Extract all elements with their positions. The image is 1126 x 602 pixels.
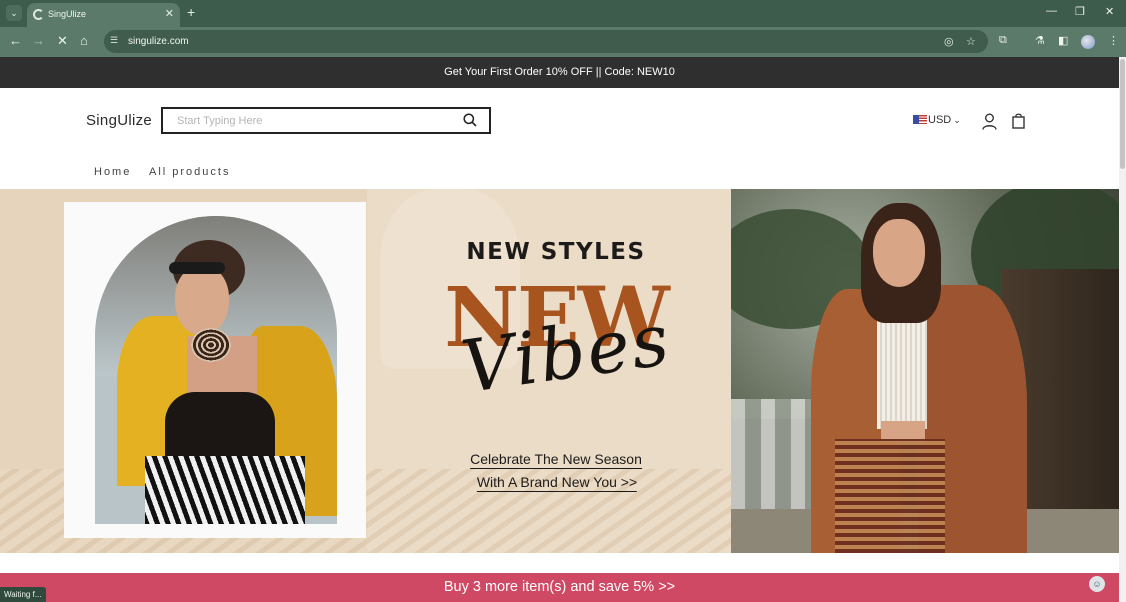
user-icon[interactable]: [982, 113, 997, 130]
currency-label: USD: [928, 114, 952, 126]
promo-bar: Get Your First Order 10% OFF || Code: NE…: [0, 57, 1119, 88]
search-box: [161, 107, 491, 134]
search-input[interactable]: [163, 109, 453, 132]
tab-list-icon[interactable]: ⌄: [6, 5, 22, 21]
nav-all-products[interactable]: All products: [149, 166, 230, 178]
chevron-down-icon: ⌄: [953, 115, 961, 125]
bundle-offer-bar[interactable]: Buy 3 more item(s) and save 5% >>: [0, 573, 1119, 602]
tab-title: SingUlize: [48, 9, 87, 19]
browser-tabbar: ⌄ SingUlize ✕ + — ❐ ✕: [0, 0, 1126, 27]
hero-cta-line2[interactable]: With A Brand New You >>: [476, 474, 638, 492]
hero-model-photo: [95, 216, 337, 524]
tab-close-button[interactable]: ✕: [165, 7, 174, 20]
new-tab-button[interactable]: +: [187, 4, 195, 20]
status-bubble: Waiting f...: [0, 587, 46, 602]
side-panel-icon[interactable]: ◧: [1058, 34, 1068, 47]
minimize-button[interactable]: —: [1046, 5, 1057, 17]
search-icon[interactable]: [463, 113, 477, 127]
browser-tab[interactable]: SingUlize ✕: [27, 3, 180, 27]
menu-icon[interactable]: ⋮: [1108, 34, 1119, 47]
restore-button[interactable]: ❐: [1075, 5, 1085, 18]
url-text[interactable]: singulize.com: [128, 36, 189, 47]
browser-toolbar: ← → ✕ ⌂ ☰ singulize.com ◎ ☆ ⧉ ⚗ ◧ ⋮: [0, 27, 1126, 57]
eye-off-icon[interactable]: ◎: [944, 35, 954, 48]
profile-avatar[interactable]: [1081, 35, 1095, 49]
star-icon[interactable]: ☆: [966, 35, 976, 48]
hero-banner[interactable]: NEW STYLES NEW Vibes Celebrate The New S…: [0, 189, 731, 553]
chat-icon[interactable]: ☺: [1089, 576, 1105, 592]
site-logo[interactable]: SingUlize: [86, 112, 152, 129]
hero-side-photo[interactable]: [731, 189, 1119, 553]
site-header: SingUlize USD⌄ Home All products: [0, 88, 1119, 189]
forward-arrow-icon[interactable]: →: [32, 33, 45, 48]
hero-heading: NEW STYLES: [466, 239, 646, 265]
extensions-icon[interactable]: ⧉: [999, 34, 1007, 47]
shopping-bag-icon[interactable]: [1012, 113, 1025, 129]
labs-icon[interactable]: ⚗: [1035, 34, 1045, 47]
flag-icon: [913, 115, 927, 124]
loading-spinner-icon: [33, 9, 44, 20]
home-icon[interactable]: ⌂: [80, 33, 88, 48]
hero-photo-frame: [64, 202, 366, 538]
hero-cta-line1[interactable]: Celebrate The New Season: [470, 451, 642, 469]
stop-icon[interactable]: ✕: [57, 33, 68, 49]
address-bar[interactable]: ☰ singulize.com ◎ ☆: [104, 30, 988, 53]
close-window-button[interactable]: ✕: [1105, 5, 1114, 18]
site-info-icon[interactable]: ☰: [110, 35, 122, 47]
nav-home[interactable]: Home: [94, 166, 131, 178]
currency-selector[interactable]: USD ⌄: [913, 114, 961, 126]
back-arrow-icon[interactable]: ←: [9, 33, 22, 48]
scrollbar-thumb[interactable]: [1120, 59, 1125, 169]
page-scrollbar[interactable]: [1119, 57, 1126, 602]
